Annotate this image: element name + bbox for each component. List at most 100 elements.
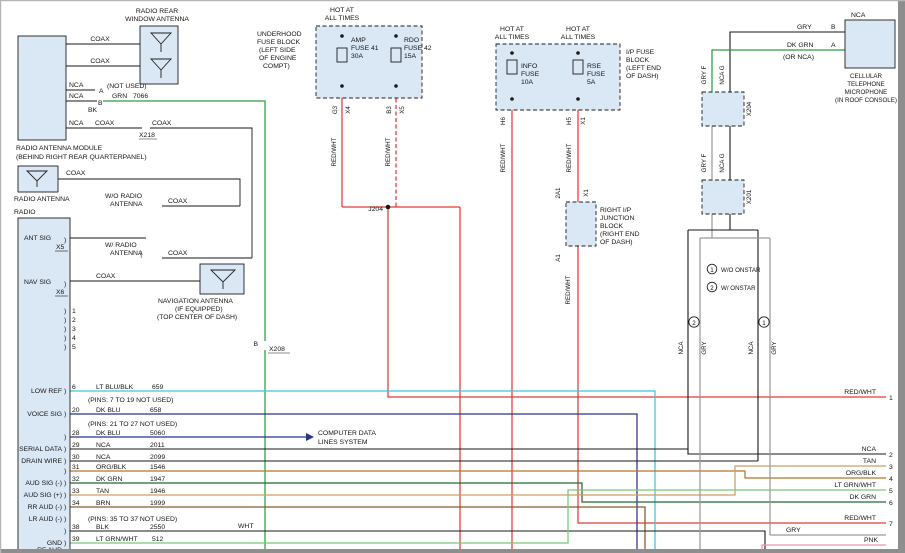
fuse-name: RSE xyxy=(587,63,601,70)
block-location: (LEFT SIDE xyxy=(259,47,296,54)
wire-color-terminal-label: NCA G xyxy=(719,65,726,84)
pin-rows: LOW REF ) 6 LT BLU/BLK 659 (PINS: 7 TO 1… xyxy=(19,384,376,553)
wire-red-rse xyxy=(578,103,886,523)
coax-label: COAX xyxy=(90,58,110,65)
wire-color-label: WHT xyxy=(238,523,253,530)
fuse-rating: 30A xyxy=(351,53,364,60)
terminal-dot xyxy=(510,97,514,101)
block-location: OF DASH) xyxy=(600,239,632,246)
coax-label: COAX xyxy=(168,250,188,257)
terminal-dot xyxy=(340,84,344,88)
pin-bracket: ) xyxy=(64,411,66,418)
wire-color-label: GRN xyxy=(112,93,127,100)
circuit-number: 658 xyxy=(150,407,162,414)
wire-color-label: RED/WHT xyxy=(844,389,876,396)
wire-color-label: BK xyxy=(88,107,98,114)
pin-number: 38 xyxy=(72,524,80,531)
wire-color-label: LT GRN/WHT xyxy=(834,482,876,489)
circuit-number: 512 xyxy=(152,536,164,543)
circuit-number: 659 xyxy=(152,384,164,391)
block-location: (RIGHT END xyxy=(600,231,640,238)
terminal-dot xyxy=(394,84,398,88)
legend-1-text: W/O ONSTAR xyxy=(721,267,761,274)
rear-antenna-title: RADIO REAR xyxy=(136,8,178,15)
nca-label: NCA xyxy=(851,12,866,19)
pin-number: 31 xyxy=(72,464,80,471)
pin-number: 20 xyxy=(72,407,80,414)
fuse-name: FUSE xyxy=(521,71,540,78)
wire-color-label: BLK xyxy=(96,524,109,531)
hot-at-all-times-label: ALL TIMES xyxy=(325,15,360,22)
wire-color-label: RED/WHT xyxy=(566,143,573,172)
block-name: JUNCTION xyxy=(600,215,634,222)
terminal-dot xyxy=(576,51,580,55)
antenna-module-box xyxy=(18,36,66,140)
pin-number: 30 xyxy=(72,454,80,461)
block-name: I/P FUSE xyxy=(626,49,655,56)
terminal-b-label: B xyxy=(831,24,836,31)
coax-label: COAX xyxy=(96,273,116,280)
computer-data-lines-label: LINES SYSTEM xyxy=(318,439,368,446)
pin-function-label: RR AUD (-) xyxy=(28,504,62,511)
window-edge-bottom xyxy=(0,549,905,553)
option-1-number: 1 xyxy=(762,320,766,327)
unused-pins-note: (PINS: 7 TO 19 NOT USED) xyxy=(88,397,173,404)
wire-radio-antenna-coax xyxy=(58,179,240,206)
pin-bracket: ) xyxy=(64,308,66,315)
arrowhead-computer-data xyxy=(306,433,314,441)
legend: 1 W/O ONSTAR 2 W/ ONSTAR xyxy=(707,264,761,292)
terminal-label: G3 xyxy=(332,105,339,114)
block-location: COMPT) xyxy=(263,63,290,70)
pin-bracket: ) xyxy=(64,516,66,523)
radio-antenna-label: RADIO ANTENNA xyxy=(14,196,70,203)
wire-color-label: DK BLU xyxy=(96,407,121,414)
circuit-number: 1946 xyxy=(150,488,165,495)
fuse-name: RDO xyxy=(404,37,419,44)
ref-number: 2 xyxy=(889,452,893,459)
mic-name: TELEPHONE xyxy=(847,81,884,88)
wire-color-label: RED/WHT xyxy=(500,143,507,172)
wire-color-label: ORG/BLK xyxy=(846,470,877,477)
terminal-label: H5 xyxy=(566,116,573,124)
pin-number: 33 xyxy=(72,488,80,495)
wire-color-label: NCA xyxy=(862,446,877,453)
coax-label: COAX xyxy=(152,120,172,127)
mic-name: CELLULAR xyxy=(850,73,883,80)
circuit-number: 2011 xyxy=(150,442,165,449)
wire-color-label: RED/WHT xyxy=(844,515,876,522)
pin-bracket: ) xyxy=(64,458,66,465)
schematic-page: RADIO REAR WINDOW ANTENNA COAX COAX NCA … xyxy=(0,0,905,553)
pin-bracket: ) xyxy=(64,434,66,441)
circuit-number: 1546 xyxy=(150,464,165,471)
ref-number: 7 xyxy=(889,521,893,528)
w-radio-antenna-label: ANTENNA xyxy=(110,250,143,257)
wire-color-label: DK GRN xyxy=(787,42,814,49)
wire-color-terminal-label: GRY F xyxy=(701,153,708,172)
wiring-diagram-canvas: RADIO REAR WINDOW ANTENNA COAX COAX NCA … xyxy=(0,0,905,553)
wire-tan-1946 xyxy=(70,466,886,495)
pin-bracket: ) xyxy=(64,237,66,244)
fuse-rating: 10A xyxy=(521,79,534,86)
block-location: OF DASH) xyxy=(626,73,658,80)
coax-label: COAX xyxy=(66,170,86,177)
block-name: BLOCK xyxy=(600,223,624,230)
inline-connector-x201-box xyxy=(702,180,744,214)
pin-a-label: A xyxy=(99,88,104,95)
window-edge-left xyxy=(0,0,1,553)
connector-x218-label: X218 xyxy=(139,132,155,139)
pin-number: 6 xyxy=(72,384,76,391)
splice-j204-dot xyxy=(386,205,391,210)
terminal-dot xyxy=(394,34,398,38)
rear-window-antenna-box xyxy=(140,26,178,84)
connector-label: X4 xyxy=(345,106,352,114)
pin-b-label: B xyxy=(98,100,103,107)
wo-radio-antenna-label: W/O RADIO xyxy=(105,193,142,200)
legend-1-number: 1 xyxy=(710,267,714,274)
inline-connector-x204-box xyxy=(702,92,744,126)
cellular-mic-box xyxy=(845,20,895,68)
pin-function-label: SERIAL DATA xyxy=(19,446,62,453)
blocks xyxy=(18,20,895,553)
circuit-number: 2099 xyxy=(150,454,165,461)
unused-pin-number: 1 xyxy=(72,308,76,315)
computer-data-lines-label: COMPUTER DATA xyxy=(318,430,376,437)
